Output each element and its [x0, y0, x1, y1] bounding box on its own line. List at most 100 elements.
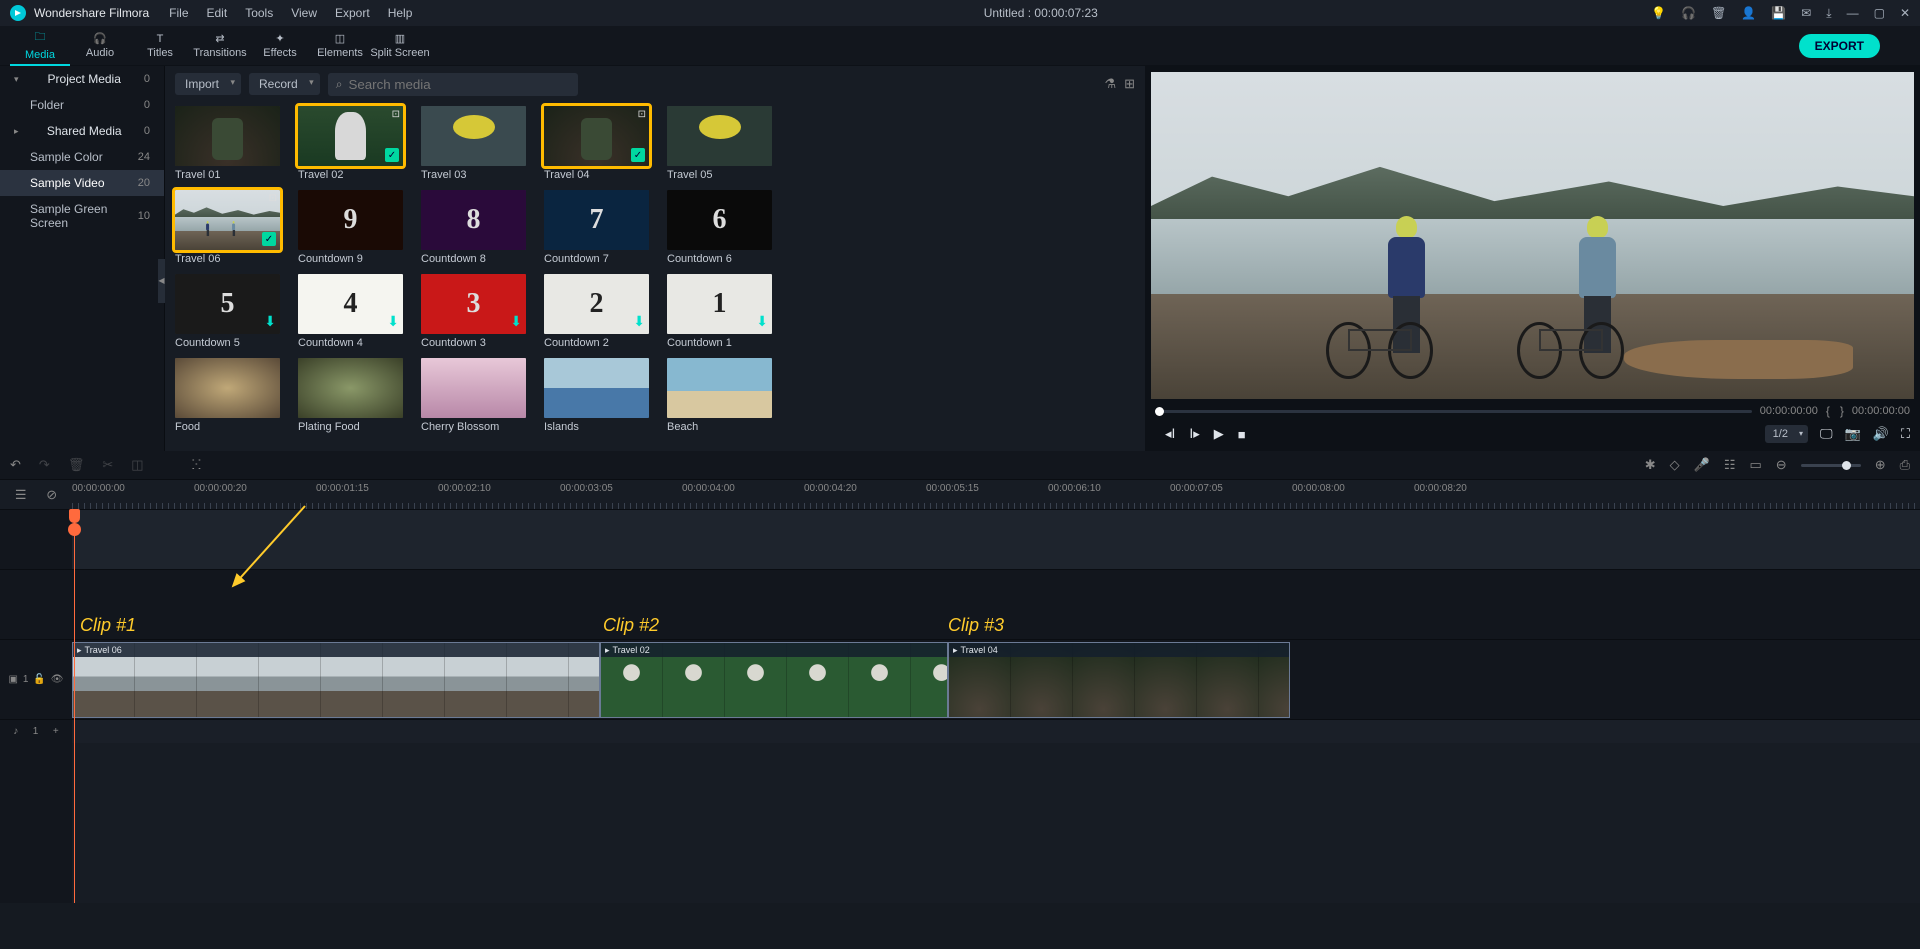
timeline-clip[interactable]: ▸Travel 02 [600, 642, 948, 718]
quality-select[interactable]: 1/2 [1765, 425, 1808, 443]
menu-view[interactable]: View [291, 6, 317, 20]
media-item[interactable]: 6Countdown 6 [667, 190, 772, 268]
lock-icon[interactable]: 🔓 [33, 674, 45, 685]
download-icon[interactable]: ⬇ [264, 313, 276, 330]
download-icon[interactable]: ⬇ [387, 313, 399, 330]
filter-icon[interactable]: ⚗ [1104, 76, 1116, 92]
redo-icon[interactable]: ↷ [39, 457, 50, 473]
save-icon[interactable]: 💾 [1771, 6, 1786, 20]
media-item[interactable]: 3⬇Countdown 3 [421, 274, 526, 352]
fullscreen-icon[interactable]: ⛶ [1901, 426, 1910, 442]
prev-frame-button[interactable]: ◂Ⅰ [1165, 426, 1175, 442]
mixer-icon[interactable]: ✱ [1645, 457, 1656, 473]
media-item[interactable]: ⊡✓Travel 06 [175, 190, 280, 268]
voiceover-icon[interactable]: 🎤 [1694, 457, 1710, 473]
eye-icon[interactable]: 👁 [51, 674, 64, 685]
progress-bar[interactable] [1155, 410, 1752, 413]
account-icon[interactable]: 👤 [1741, 6, 1756, 20]
mail-icon[interactable]: ✉ [1801, 6, 1811, 20]
cut-icon[interactable]: ✂ [102, 457, 113, 473]
media-item[interactable]: 8Countdown 8 [421, 190, 526, 268]
media-item[interactable]: Travel 01 [175, 106, 280, 184]
grid-view-icon[interactable]: ⊞ [1124, 76, 1135, 92]
shelf-tab-titles[interactable]: TTitles [130, 26, 190, 66]
display-icon[interactable]: 🖵 [1820, 426, 1833, 442]
zoom-out-icon[interactable]: ⊖ [1776, 457, 1787, 473]
zoom-fit-icon[interactable]: ⎙ [1900, 457, 1910, 473]
mark-braces[interactable]: { } [1826, 404, 1844, 418]
timeline-clip[interactable]: ▸Travel 04 [948, 642, 1290, 718]
sidebar-item-shared-media[interactable]: Shared Media0 [0, 118, 164, 144]
zoom-slider[interactable] [1801, 464, 1861, 467]
idea-icon[interactable]: 💡 [1651, 6, 1666, 20]
trash-icon[interactable]: 🗑 [1711, 6, 1726, 20]
sidebar-item-sample-video[interactable]: Sample Video20 [0, 170, 164, 196]
record-dropdown[interactable]: Record [249, 73, 320, 95]
media-item[interactable]: Plating Food [298, 358, 403, 436]
playhead[interactable] [69, 509, 80, 523]
import-dropdown[interactable]: Import [175, 73, 241, 95]
shelf-tab-elements[interactable]: ◫Elements [310, 26, 370, 66]
sidebar-item-sample-green-screen[interactable]: Sample Green Screen10 [0, 196, 164, 236]
download-icon[interactable]: ⬇ [633, 313, 645, 330]
download-icon[interactable]: ⤓ [1826, 6, 1831, 21]
menu-tools[interactable]: Tools [245, 6, 273, 20]
menu-edit[interactable]: Edit [207, 6, 228, 20]
media-item[interactable]: ⊡✓Travel 02 [298, 106, 403, 184]
snapshot-icon[interactable]: 📷 [1845, 426, 1861, 442]
media-item[interactable]: 9Countdown 9 [298, 190, 403, 268]
sidebar-item-folder[interactable]: Folder0 [0, 92, 164, 118]
render-icon[interactable]: ▭ [1749, 457, 1761, 473]
collapse-sidebar[interactable]: ◀ [158, 259, 165, 303]
download-icon[interactable]: ⬇ [756, 313, 768, 330]
media-item[interactable]: ⊡✓Travel 04 [544, 106, 649, 184]
shelf-tab-transitions[interactable]: ⇄Transitions [190, 26, 250, 66]
delete-icon[interactable]: 🗑 [68, 457, 85, 473]
shelf-tab-effects[interactable]: ✦Effects [250, 26, 310, 66]
media-item[interactable]: Travel 03 [421, 106, 526, 184]
play-button[interactable]: ▶ [1214, 426, 1224, 442]
crop-icon[interactable]: ◫ [131, 457, 143, 473]
marker-icon[interactable]: ◇ [1670, 457, 1680, 473]
menu-export[interactable]: Export [335, 6, 370, 20]
headset-icon[interactable]: 🎧 [1681, 6, 1696, 20]
audio-track-header[interactable]: ♪1 + [0, 719, 72, 743]
link-icon[interactable]: ⊘ [46, 487, 57, 503]
shelf-tab-audio[interactable]: 🎧Audio [70, 26, 130, 66]
audio-mixer-icon[interactable]: ☷ [1724, 457, 1736, 473]
media-item[interactable]: 7Countdown 7 [544, 190, 649, 268]
audio-sync-icon[interactable]: ⵘ [192, 457, 202, 473]
sidebar-item-project-media[interactable]: Project Media0 [0, 66, 164, 92]
play-pause-button[interactable]: Ⅰ▸ [1189, 426, 1199, 442]
timeline-clip[interactable]: ▸Travel 06 [72, 642, 600, 718]
minimize-button[interactable]: — [1847, 6, 1859, 20]
media-item[interactable]: Travel 05 [667, 106, 772, 184]
media-item[interactable]: Cherry Blossom [421, 358, 526, 436]
shelf-tab-media[interactable]: 🗀Media [10, 26, 70, 66]
menu-help[interactable]: Help [388, 6, 413, 20]
video-track-header[interactable]: ▣1 🔓 👁 [0, 639, 72, 719]
media-item[interactable]: 1⬇Countdown 1 [667, 274, 772, 352]
undo-icon[interactable]: ↶ [10, 457, 21, 473]
video-track[interactable]: ▸Travel 06▸Travel 02▸Travel 04 [72, 639, 1920, 719]
search-media[interactable]: ⌕ [328, 73, 578, 96]
maximize-button[interactable]: ▢ [1874, 6, 1885, 20]
export-button[interactable]: EXPORT [1799, 34, 1880, 58]
media-item[interactable]: 4⬇Countdown 4 [298, 274, 403, 352]
shelf-tab-split-screen[interactable]: ▥Split Screen [370, 26, 430, 66]
media-item[interactable]: 2⬇Countdown 2 [544, 274, 649, 352]
zoom-in-icon[interactable]: ⊕ [1875, 457, 1886, 473]
search-input[interactable] [348, 77, 569, 92]
ruler[interactable]: 00:00:00:0000:00:00:2000:00:01:1500:00:0… [72, 480, 1920, 509]
volume-icon[interactable]: 🔊 [1873, 426, 1889, 442]
preview-video[interactable] [1151, 72, 1914, 399]
stop-button[interactable]: ■ [1238, 427, 1246, 442]
media-item[interactable]: 5⬇Countdown 5 [175, 274, 280, 352]
audio-track[interactable] [72, 719, 1920, 743]
media-item[interactable]: Beach [667, 358, 772, 436]
menu-file[interactable]: File [169, 6, 188, 20]
media-item[interactable]: Food [175, 358, 280, 436]
media-item[interactable]: Islands [544, 358, 649, 436]
sidebar-item-sample-color[interactable]: Sample Color24 [0, 144, 164, 170]
close-button[interactable]: ✕ [1900, 6, 1910, 20]
